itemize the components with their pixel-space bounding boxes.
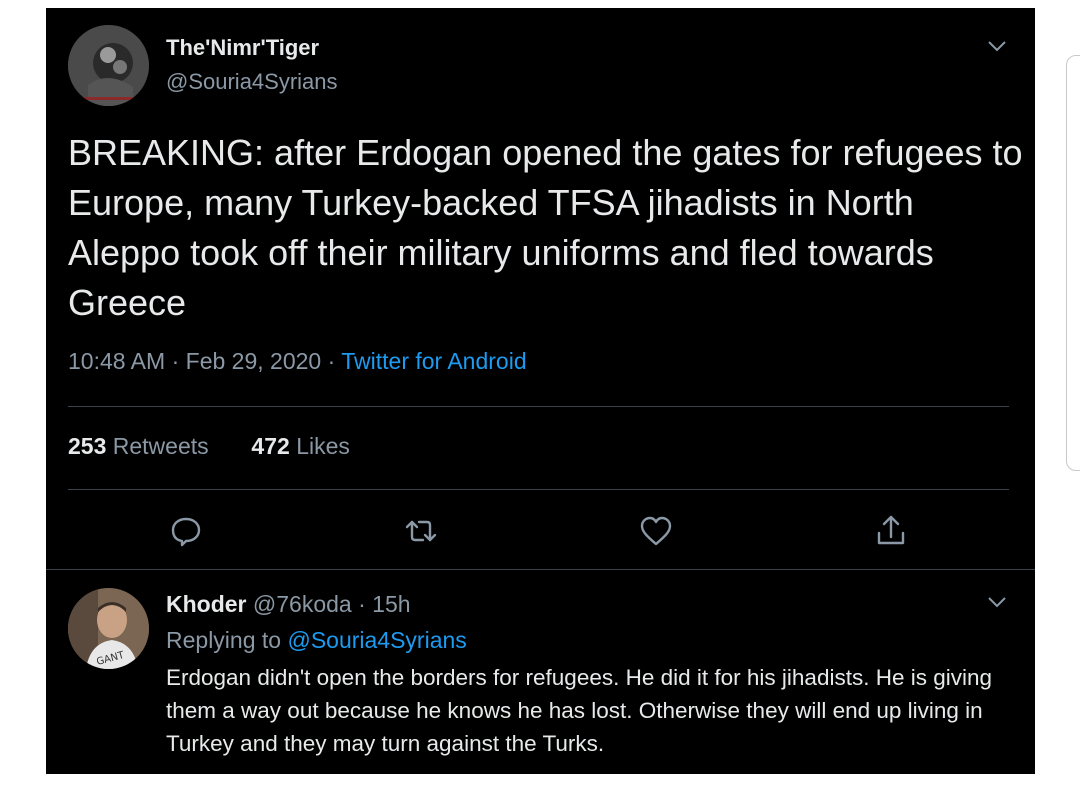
tweet-source-link[interactable]: Twitter for Android — [341, 348, 526, 374]
meta-separator: · — [327, 348, 336, 374]
section-divider — [46, 569, 1035, 570]
reply-author-handle[interactable]: @76koda — [253, 591, 352, 617]
meta-separator: · — [171, 348, 180, 374]
reply-avatar-image: GANT — [68, 588, 149, 669]
likes-stat[interactable]: 472 Likes — [251, 433, 349, 459]
divider — [68, 406, 1009, 407]
tweet-panel: The'Nimr'Tiger @Souria4Syrians BREAKING:… — [46, 8, 1035, 774]
likes-count: 472 — [251, 433, 290, 459]
retweets-stat[interactable]: 253 Retweets — [68, 433, 209, 459]
reply-header: Khoder @76koda · 15h — [166, 591, 411, 618]
retweet-icon[interactable] — [401, 511, 441, 551]
tweet-meta: 10:48 AM · Feb 29, 2020 · Twitter for An… — [68, 348, 527, 375]
tweet-time[interactable]: 10:48 AM — [68, 348, 165, 374]
tweet-stats: 253 Retweets 472 Likes — [68, 433, 350, 460]
author-name[interactable]: The'Nimr'Tiger — [166, 35, 319, 61]
reply-author-name[interactable]: Khoder — [166, 591, 247, 617]
side-panel-edge — [1066, 55, 1080, 471]
reply-age[interactable]: 15h — [372, 591, 410, 617]
reply-separator: · — [358, 591, 366, 617]
retweets-count: 253 — [68, 433, 107, 459]
divider — [68, 489, 1009, 490]
tweet-date[interactable]: Feb 29, 2020 — [186, 348, 322, 374]
reply-author-avatar[interactable]: GANT — [68, 588, 149, 669]
reply-icon[interactable] — [166, 511, 206, 551]
like-icon[interactable] — [636, 511, 676, 551]
retweets-label: Retweets — [112, 433, 209, 459]
reply-text: Erdogan didn't open the borders for refu… — [166, 665, 993, 756]
chevron-down-icon[interactable] — [986, 39, 1008, 53]
author-avatar[interactable] — [68, 25, 149, 106]
author-handle[interactable]: @Souria4Syrians — [166, 69, 338, 95]
author-avatar-image — [68, 25, 149, 106]
replying-to: Replying to @Souria4Syrians — [166, 627, 467, 654]
tweet-text: BREAKING: after Erdogan opened the gates… — [68, 132, 1023, 323]
reply-chevron-down-icon[interactable] — [986, 595, 1008, 609]
replying-prefix: Replying to — [166, 627, 282, 653]
share-icon[interactable] — [871, 511, 911, 551]
replying-handle[interactable]: @Souria4Syrians — [287, 627, 466, 653]
likes-label: Likes — [296, 433, 350, 459]
